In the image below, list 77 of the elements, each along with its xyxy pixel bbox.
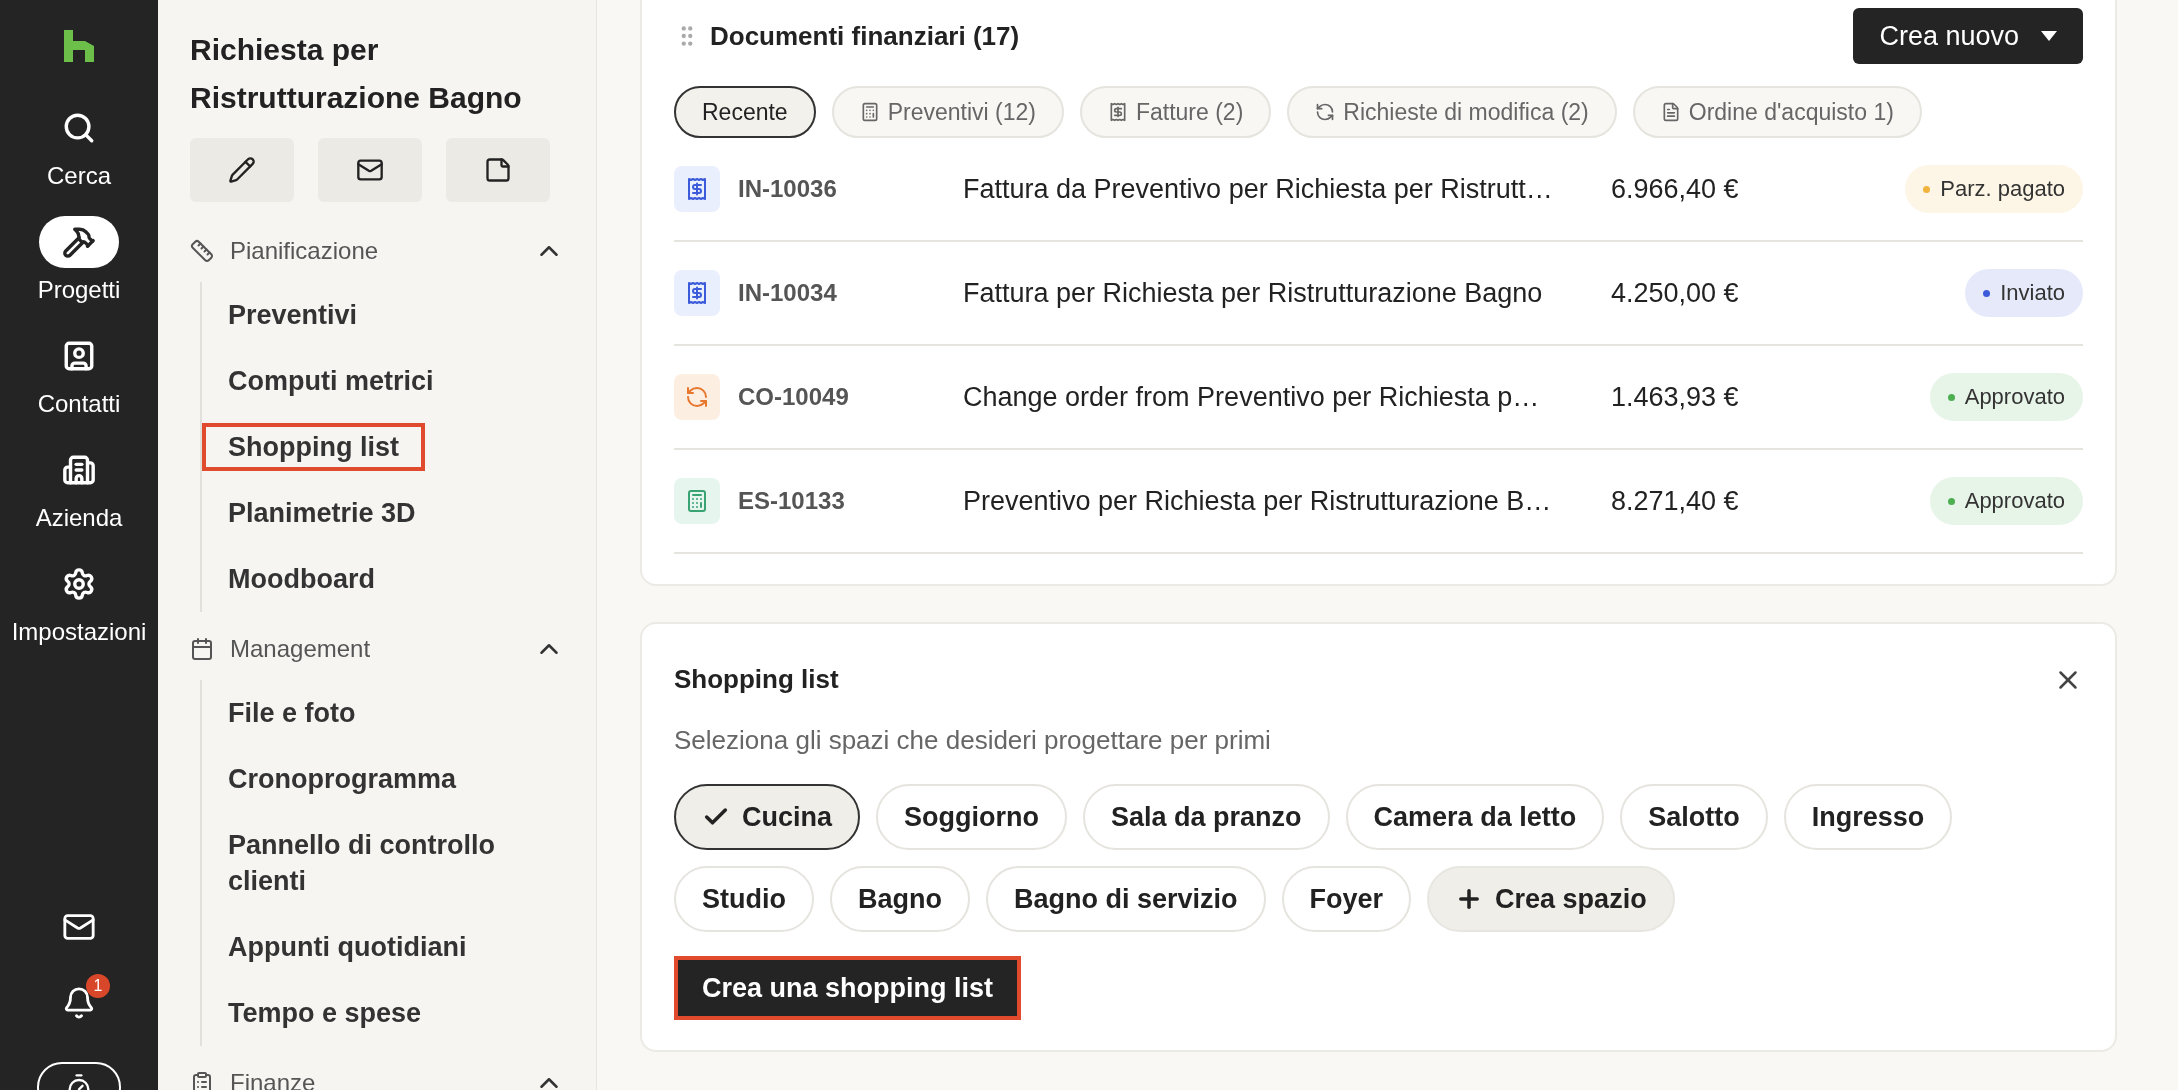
create-shopping-list-button[interactable]: Crea una shopping list	[674, 956, 1022, 1020]
create-new-button[interactable]: Crea nuovo	[1853, 8, 2083, 64]
document-description: Fattura da Preventivo per Richiesta per Ristrutt…	[963, 173, 1554, 205]
document-type-icon	[674, 374, 720, 420]
document-description: Preventivo per Richiesta per Ristrutturazione B…	[963, 485, 1553, 517]
document-type-icon	[674, 166, 720, 212]
sidebar-item[interactable]: Computi metrici	[206, 361, 456, 401]
hammer-icon	[62, 225, 96, 259]
logo-icon[interactable]	[64, 30, 94, 62]
sidebar-item[interactable]: Pannello di controllo clienti	[206, 825, 564, 901]
mail-button[interactable]	[318, 138, 422, 202]
building-icon	[62, 453, 96, 487]
document-number[interactable]: IN-10036	[720, 175, 963, 203]
document-amount: 8.271,40 €	[1611, 485, 1740, 517]
status-badge: Parz. pagato	[1905, 165, 2083, 213]
card-title: Documenti finanziari (17)	[710, 20, 1021, 52]
caret-icon	[2041, 31, 2057, 41]
document-type-icon	[674, 478, 720, 524]
edit-button[interactable]	[190, 138, 294, 202]
status-badge: Inviato	[1965, 269, 2083, 317]
contact-card-icon	[62, 339, 96, 373]
document-description: Change order from Preventivo per Richiesta p…	[963, 381, 1541, 413]
space-chip[interactable]: Foyer	[1281, 866, 1412, 932]
card-title: Shopping list	[674, 664, 840, 695]
filter-tab[interactable]: Recente	[674, 86, 816, 138]
status-badge: Approvato	[1929, 373, 2083, 421]
document-number[interactable]: CO-10049	[720, 383, 963, 411]
note-button[interactable]	[446, 138, 550, 202]
space-chip[interactable]: Salotto	[1620, 784, 1768, 850]
sidebar-item[interactable]: Preventivi	[206, 295, 380, 335]
calendar-icon	[190, 637, 214, 661]
nav-label[interactable]: Azienda	[35, 504, 123, 532]
ruler-icon	[190, 239, 214, 263]
space-chip[interactable]: Ingresso	[1783, 784, 1953, 850]
section-header[interactable]: Management	[230, 635, 518, 663]
document-amount: 4.250,00 €	[1611, 277, 1740, 309]
card-subtitle: Seleziona gli spazi che desideri progettare per primi	[674, 725, 1272, 756]
note-icon	[484, 156, 512, 184]
document-number[interactable]: ES-10133	[720, 487, 963, 515]
space-chip[interactable]: Bagno	[830, 866, 970, 932]
sidebar-item[interactable]: Cronoprogramma	[206, 759, 479, 799]
document-amount: 6.966,40 €	[1611, 173, 1740, 205]
refresh-icon	[1315, 102, 1336, 122]
document-number[interactable]: IN-10034	[720, 279, 963, 307]
document-type-icon	[674, 270, 720, 316]
status-badge: Approvato	[1929, 477, 2083, 525]
project-title: Richiesta per Ristrutturazione Bagno	[190, 32, 523, 116]
clipboard-icon	[190, 1071, 214, 1090]
space-chip[interactable]: Sala da pranzo	[1083, 784, 1330, 850]
sidebar-item[interactable]: Planimetrie 3D	[206, 493, 438, 533]
bell-icon[interactable]	[62, 986, 96, 1020]
sidebar-item[interactable]: Appunti quotidiani	[206, 927, 489, 967]
pencil-icon	[228, 156, 256, 184]
nav-label[interactable]: Impostazioni	[11, 618, 147, 646]
settings-icon	[62, 567, 96, 601]
space-chip[interactable]: Cucina	[674, 784, 861, 850]
space-chip[interactable]: Soggiorno	[876, 784, 1067, 850]
document-amount: 1.463,93 €	[1611, 381, 1740, 413]
sidebar-item[interactable]: File e foto	[206, 693, 378, 733]
nav-label[interactable]: Progetti	[37, 276, 121, 304]
document-description: Fattura per Richiesta per Ristrutturazione Bagno	[963, 277, 1544, 309]
nav-label[interactable]: Cerca	[47, 162, 111, 190]
nav-icon-button[interactable]	[39, 216, 119, 268]
space-chip[interactable]: Camera da letto	[1345, 784, 1605, 850]
sidebar-item[interactable]: Tempo e spese	[206, 993, 444, 1033]
space-chip[interactable]: Bagno di servizio	[986, 866, 1266, 932]
notification-badge: 1	[86, 974, 110, 998]
nav-label[interactable]: Contatti	[37, 390, 121, 418]
filter-tab[interactable]: Richieste di modifica (2)	[1287, 86, 1617, 138]
space-chip[interactable]: Studio	[674, 866, 814, 932]
filter-tab[interactable]: Ordine d'acquisto 1)	[1632, 86, 1922, 138]
create-space-button[interactable]: Crea spazio	[1427, 866, 1675, 932]
search-icon	[62, 111, 96, 145]
sidebar-item[interactable]: Moodboard	[206, 559, 397, 599]
filter-tab[interactable]: Preventivi (12)	[831, 86, 1064, 138]
filter-tab[interactable]: Fatture (2)	[1079, 86, 1272, 138]
section-header[interactable]: Pianificazione	[230, 237, 518, 265]
